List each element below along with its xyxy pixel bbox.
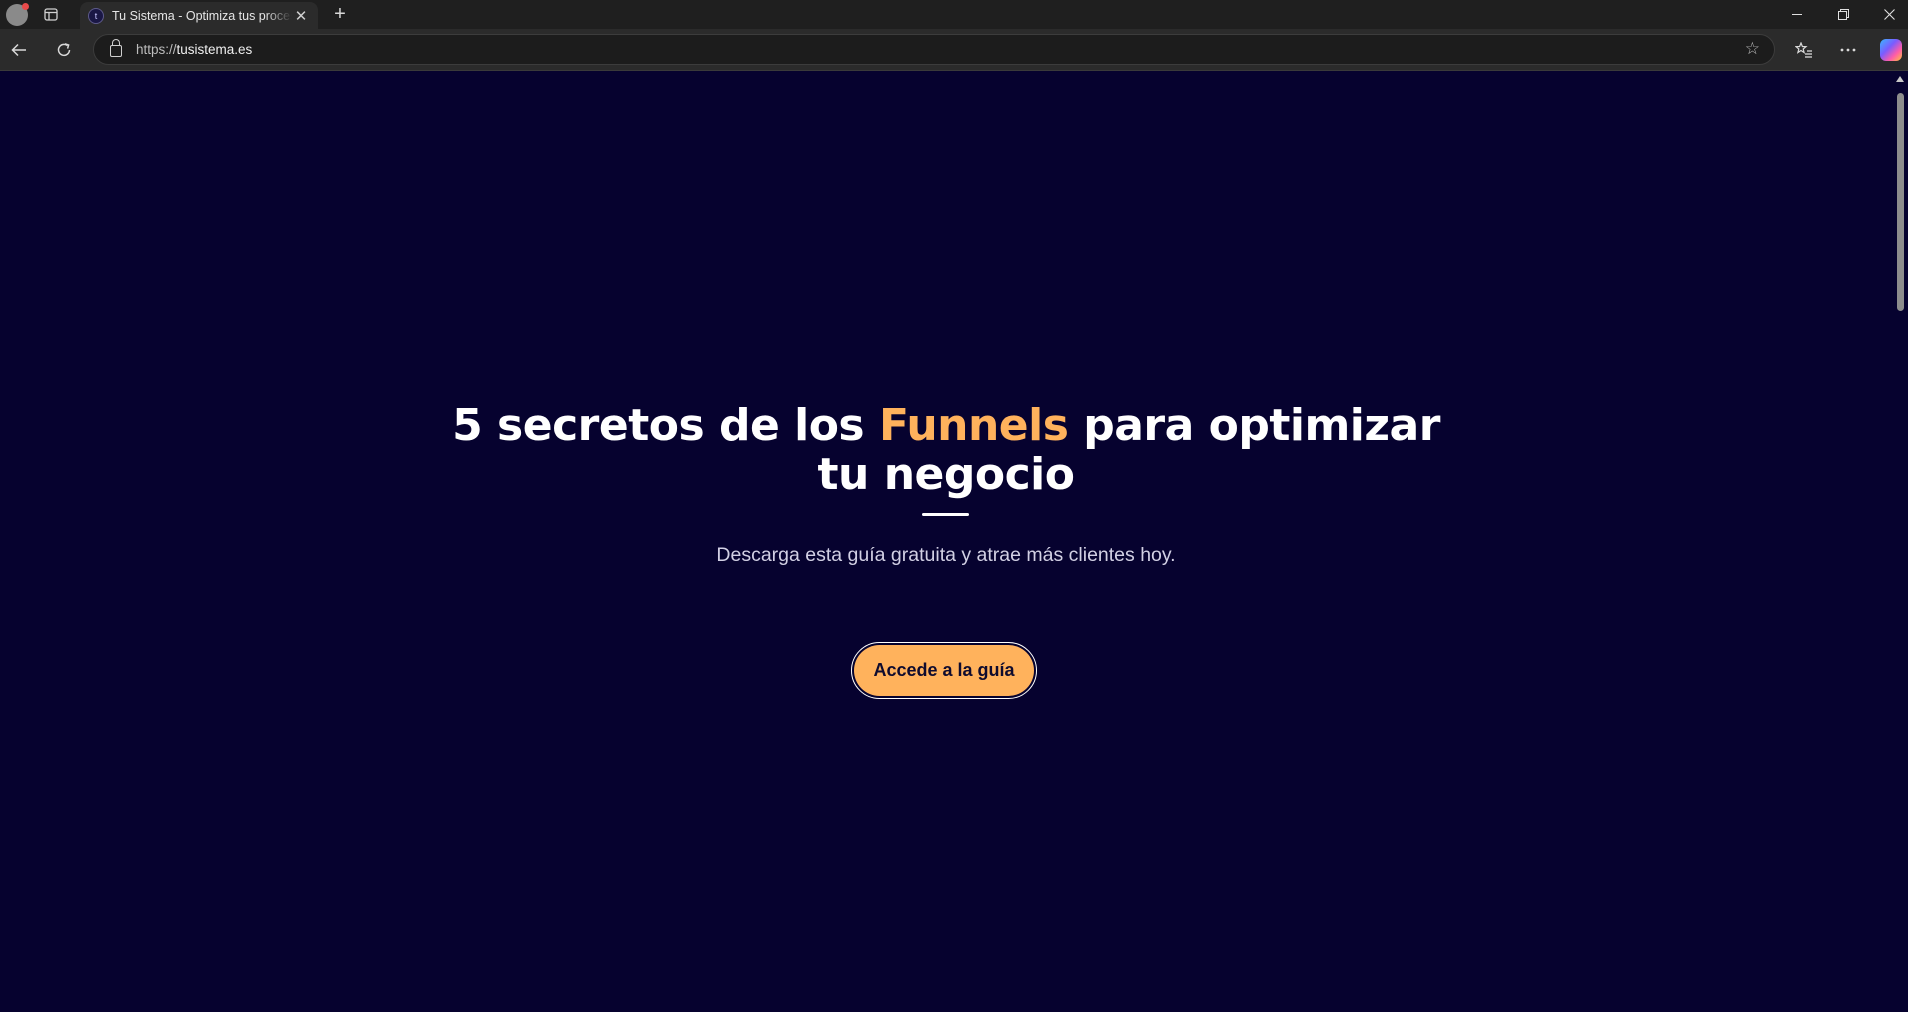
page-scrollbar[interactable] xyxy=(1893,71,1908,1012)
access-guide-button[interactable]: Accede a la guía xyxy=(851,642,1037,699)
url-text[interactable]: https://tusistema.es xyxy=(136,42,252,57)
profile-button[interactable] xyxy=(0,0,30,29)
new-tab-icon[interactable]: + xyxy=(326,0,354,29)
minimize-icon[interactable] xyxy=(1774,0,1820,29)
title-divider xyxy=(922,513,969,516)
title-highlight: Funnels xyxy=(878,400,1069,451)
close-window-icon[interactable] xyxy=(1866,0,1908,29)
workspaces-icon[interactable] xyxy=(36,0,66,29)
browser-toolbar: https://tusistema.es ☆ xyxy=(0,29,1908,71)
more-options-icon[interactable] xyxy=(1832,35,1864,65)
favorite-star-icon[interactable]: ☆ xyxy=(1745,39,1760,59)
address-bar[interactable]: https://tusistema.es ☆ xyxy=(93,34,1775,65)
tab-title: Tu Sistema - Optimiza tus procesos xyxy=(112,8,292,23)
page-title: 5 secretos de los Funnels para optimizar… xyxy=(446,401,1446,499)
scroll-up-arrow-icon[interactable] xyxy=(1896,76,1904,82)
url-host: tusistema.es xyxy=(176,42,253,57)
tab-favicon-icon: t xyxy=(88,7,104,24)
copilot-icon[interactable] xyxy=(1880,39,1902,61)
tab-close-icon[interactable]: ✕ xyxy=(292,7,310,25)
browser-titlebar: t Tu Sistema - Optimiza tus procesos ✕ + xyxy=(0,0,1908,29)
url-scheme: https:// xyxy=(136,42,177,57)
page-viewport: 5 secretos de los Funnels para optimizar… xyxy=(0,71,1893,1012)
browser-tab-active[interactable]: t Tu Sistema - Optimiza tus procesos ✕ xyxy=(80,2,318,29)
reload-icon[interactable] xyxy=(48,35,80,65)
lock-icon[interactable] xyxy=(110,39,122,57)
back-arrow-icon[interactable] xyxy=(3,35,35,65)
favorites-list-icon[interactable] xyxy=(1788,35,1820,65)
title-text-start: 5 secretos de los xyxy=(452,400,879,451)
profile-avatar-icon xyxy=(6,2,29,26)
access-guide-button-label: Accede a la guía xyxy=(854,645,1034,696)
page-subtitle: Descarga esta guía gratuita y atrae más … xyxy=(716,544,1176,566)
scrollbar-thumb[interactable] xyxy=(1897,93,1904,311)
restore-icon[interactable] xyxy=(1820,0,1866,29)
